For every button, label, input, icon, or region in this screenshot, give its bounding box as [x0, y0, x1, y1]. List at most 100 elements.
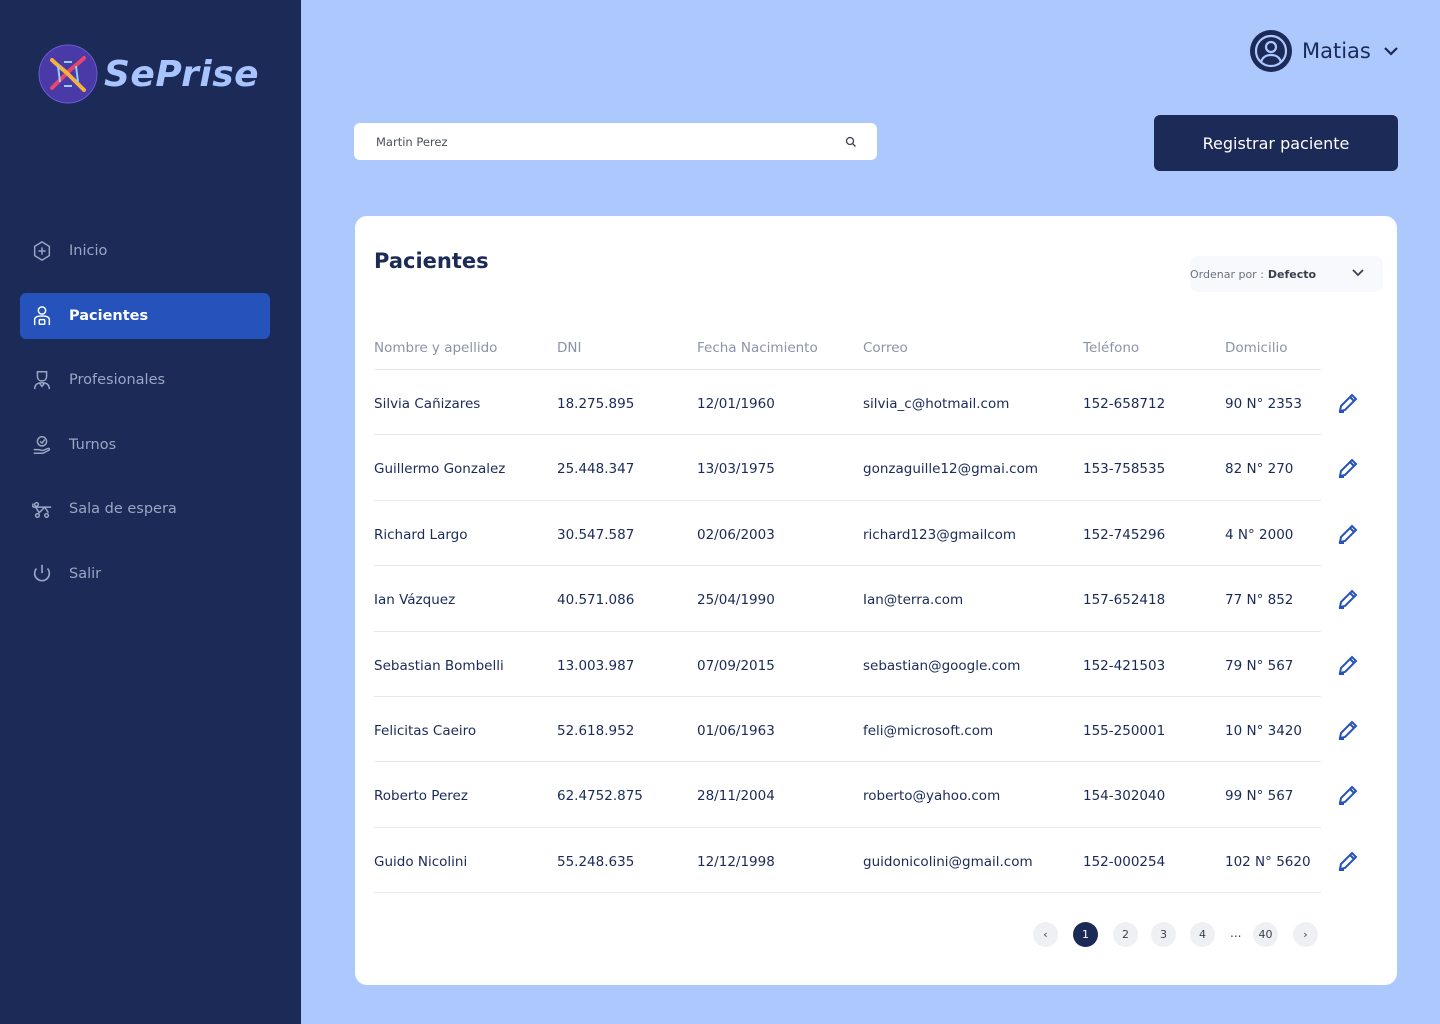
cell-phone: 152-000254	[1083, 853, 1166, 870]
cell-dni: 55.248.635	[557, 853, 635, 870]
edit-pencil-icon[interactable]	[1336, 849, 1362, 875]
cell-name: Felicitas Caeiro	[374, 723, 477, 739]
cell-dni: 40.571.086	[557, 592, 635, 609]
logo-text: SePrise	[104, 53, 260, 95]
dna-logo-icon	[38, 44, 98, 104]
column-header-dni[interactable]: DNI	[557, 340, 581, 356]
register-patient-button[interactable]: Registrar paciente	[1154, 115, 1398, 171]
user-name: Matias	[1302, 39, 1371, 63]
cell-name: Richard Largo	[374, 526, 468, 543]
cell-name: Silvia Cañizares	[374, 396, 481, 412]
cell-phone: 157-652418	[1083, 592, 1166, 609]
search-icon[interactable]	[845, 136, 857, 148]
sort-dropdown[interactable]: Ordenar por : Defecto	[1190, 256, 1383, 292]
stretcher-icon	[30, 497, 54, 521]
page-title: Pacientes	[374, 249, 489, 273]
table-divider	[374, 892, 1321, 893]
sidebar-item-inicio[interactable]: Inicio	[20, 228, 270, 274]
cell-email: sebastian@google.com	[863, 657, 1021, 674]
cell-address: 79 N° 567	[1225, 657, 1294, 674]
cell-email: silvia_c@hotmail.com	[863, 396, 1010, 412]
edit-pencil-icon[interactable]	[1336, 718, 1362, 744]
cell-dni: 18.275.895	[557, 396, 635, 412]
column-header-address[interactable]: Domicilio	[1225, 340, 1288, 356]
cell-email: gonzaguille12@gmai.com	[863, 461, 1038, 478]
cell-birthdate: 07/09/2015	[697, 657, 775, 674]
edit-pencil-icon[interactable]	[1336, 783, 1362, 809]
cell-birthdate: 28/11/2004	[697, 788, 775, 805]
cell-birthdate: 25/04/1990	[697, 592, 775, 609]
sidebar: SePrise Inicio Pacientes Profesionales T…	[0, 0, 301, 1024]
sort-label: Ordenar por :	[1190, 267, 1264, 281]
user-menu[interactable]: Matias	[1250, 30, 1399, 72]
cell-address: 102 N° 5620	[1225, 853, 1311, 870]
table-row[interactable]: Silvia Cañizares 18.275.895 12/01/1960 silv…	[374, 369, 1358, 435]
sidebar-item-turnos[interactable]: Turnos	[20, 422, 270, 468]
cell-email: Ian@terra.com	[863, 592, 964, 609]
cell-phone: 153-758535	[1083, 461, 1166, 478]
edit-pencil-icon[interactable]	[1336, 456, 1362, 482]
cell-birthdate: 12/01/1960	[697, 396, 775, 412]
doctor-icon	[30, 368, 54, 392]
cell-email: feli@microsoft.com	[863, 723, 994, 739]
power-icon	[30, 562, 54, 586]
column-header-name[interactable]: Nombre y apellido	[374, 340, 497, 356]
logo[interactable]: SePrise	[38, 44, 259, 104]
cell-address: 99 N° 567	[1225, 788, 1294, 805]
sidebar-item-salir[interactable]: Salir	[20, 551, 270, 597]
column-header-birthdate[interactable]: Fecha Nacimiento	[697, 340, 818, 356]
cell-address: 82 N° 270	[1225, 461, 1294, 478]
cell-phone: 154-302040	[1083, 788, 1166, 805]
search-input[interactable]	[374, 133, 845, 150]
patient-icon	[30, 304, 54, 328]
column-header-email[interactable]: Correo	[863, 340, 908, 356]
pagination-page-last[interactable]: 40	[1253, 922, 1278, 947]
cell-birthdate: 12/12/1998	[697, 853, 775, 870]
edit-pencil-icon[interactable]	[1336, 587, 1362, 613]
cell-phone: 152-421503	[1083, 657, 1166, 674]
table-row[interactable]: Guillermo Gonzalez 25.448.347 13/03/1975 go…	[374, 434, 1358, 500]
cell-dni: 30.547.587	[557, 526, 635, 543]
cell-address: 10 N° 3420	[1225, 723, 1302, 739]
edit-pencil-icon[interactable]	[1336, 653, 1362, 679]
pagination-next[interactable]: ›	[1293, 922, 1318, 947]
table-row[interactable]: Richard Largo 30.547.587 02/06/2003 richard…	[374, 499, 1358, 566]
edit-pencil-icon[interactable]	[1336, 391, 1362, 417]
patients-card: Pacientes Ordenar por : Defecto Nombre y…	[355, 216, 1397, 985]
cell-phone: 152-745296	[1083, 526, 1166, 543]
cell-dni: 25.448.347	[557, 461, 635, 478]
cell-birthdate: 02/06/2003	[697, 526, 775, 543]
cell-address: 77 N° 852	[1225, 592, 1294, 609]
pagination-prev[interactable]: ‹	[1033, 922, 1058, 947]
cell-address: 90 N° 2353	[1225, 396, 1302, 412]
sidebar-item-label: Turnos	[69, 436, 117, 453]
sort-value: Defecto	[1267, 267, 1317, 281]
pagination-page-2[interactable]: 2	[1113, 922, 1138, 947]
pagination-page-3[interactable]: 3	[1151, 922, 1176, 947]
cell-name: Sebastian Bombelli	[374, 657, 504, 674]
table-row[interactable]: Roberto Perez 62.4752.875 28/11/2004 robert…	[374, 761, 1358, 827]
table-row[interactable]: Guido Nicolini 55.248.635 12/12/1998 guidon…	[374, 826, 1358, 893]
cell-name: Roberto Perez	[374, 788, 468, 805]
chevron-down-icon	[1352, 269, 1364, 277]
table-row[interactable]: Felicitas Caeiro 52.618.952 01/06/1963 feli…	[374, 696, 1358, 762]
cell-dni: 62.4752.875	[557, 788, 643, 805]
cell-phone: 152-658712	[1083, 396, 1166, 412]
sidebar-item-sala-de-espera[interactable]: Sala de espera	[20, 486, 270, 532]
table-row[interactable]: Ian Vázquez 40.571.086 25/04/1990 Ian@terra…	[374, 565, 1358, 631]
cell-email: richard123@gmailcom	[863, 526, 1017, 543]
cell-email: guidonicolini@gmail.com	[863, 853, 1033, 870]
table-row[interactable]: Sebastian Bombelli 13.003.987 07/09/2015 se…	[374, 630, 1358, 697]
sidebar-item-profesionales[interactable]: Profesionales	[20, 357, 270, 403]
user-avatar-icon	[1250, 30, 1292, 72]
column-header-phone[interactable]: Teléfono	[1083, 340, 1139, 356]
pagination-page-4[interactable]: 4	[1190, 922, 1215, 947]
sidebar-item-pacientes[interactable]: Pacientes	[20, 292, 270, 339]
cell-address: 4 N° 2000	[1225, 526, 1294, 543]
cell-email: roberto@yahoo.com	[863, 788, 1001, 805]
pagination-page-1[interactable]: 1	[1073, 922, 1098, 947]
plus-circle-icon	[30, 239, 54, 263]
edit-pencil-icon[interactable]	[1336, 522, 1362, 548]
cell-name: Ian Vázquez	[374, 592, 456, 609]
sidebar-nav: Inicio Pacientes Profesionales Turnos Sa…	[20, 228, 270, 615]
